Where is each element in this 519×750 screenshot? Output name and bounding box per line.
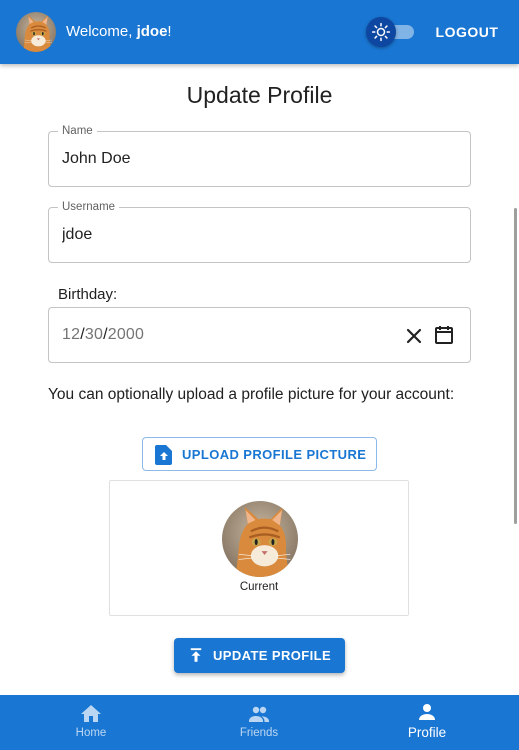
welcome-prefix: Welcome, [66,23,137,40]
scrollbar-thumb[interactable] [514,208,517,524]
name-field-label: Name [58,124,97,138]
bottom-navigation: Home Friends Profile [0,695,519,750]
birthday-day[interactable]: 30 [85,326,103,343]
name-input[interactable] [62,146,452,172]
username-input[interactable] [62,222,452,248]
publish-icon [190,648,202,662]
home-icon [81,705,101,722]
birthday-label: Birthday: [58,286,118,303]
welcome-message: Welcome, jdoe! [66,22,172,42]
update-profile-button[interactable]: UPDATE PROFILE [174,638,345,673]
current-profile-picture [222,501,298,577]
user-avatar[interactable] [16,12,56,52]
nav-item-home[interactable]: Home [36,695,146,750]
nav-item-profile[interactable]: Profile [372,695,482,750]
birthday-month[interactable]: 12 [62,326,80,343]
upload-instructions: You can optionally upload a profile pict… [48,386,455,403]
nav-label-profile: Profile [407,725,447,740]
person-icon [419,704,435,720]
page-title: Update Profile [186,82,333,108]
theme-toggle-thumb[interactable] [366,17,396,47]
birthday-year[interactable]: 2000 [108,326,144,343]
username-field: Username [48,200,471,263]
nav-label-friends: Friends [239,727,279,739]
welcome-username: jdoe [136,23,168,40]
upload-file-icon [155,445,172,465]
upload-button-label: UPLOAD PROFILE PICTURE [182,447,367,462]
update-button-label: UPDATE PROFILE [213,648,332,663]
profile-picture-preview-card: Current [109,480,409,616]
nav-item-friends[interactable]: Friends [204,695,314,750]
clear-icon[interactable] [402,324,426,348]
nav-label-home: Home [75,727,107,739]
upload-profile-picture-button[interactable]: UPLOAD PROFILE PICTURE [142,437,377,471]
welcome-suffix: ! [167,23,172,40]
current-caption: Current [239,581,279,593]
top-app-bar: Welcome, jdoe! LOGOUT [0,0,519,64]
birthday-date-field[interactable]: 12/30/2000 [48,307,471,363]
name-field: Name [48,124,471,187]
theme-toggle[interactable] [366,17,414,47]
username-field-label: Username [58,200,120,214]
calendar-icon[interactable] [432,323,456,347]
logout-button[interactable]: LOGOUT [428,17,506,47]
birthday-date-value[interactable]: 12/30/2000 [62,326,144,344]
people-icon [249,706,269,722]
sun-icon [371,22,391,42]
